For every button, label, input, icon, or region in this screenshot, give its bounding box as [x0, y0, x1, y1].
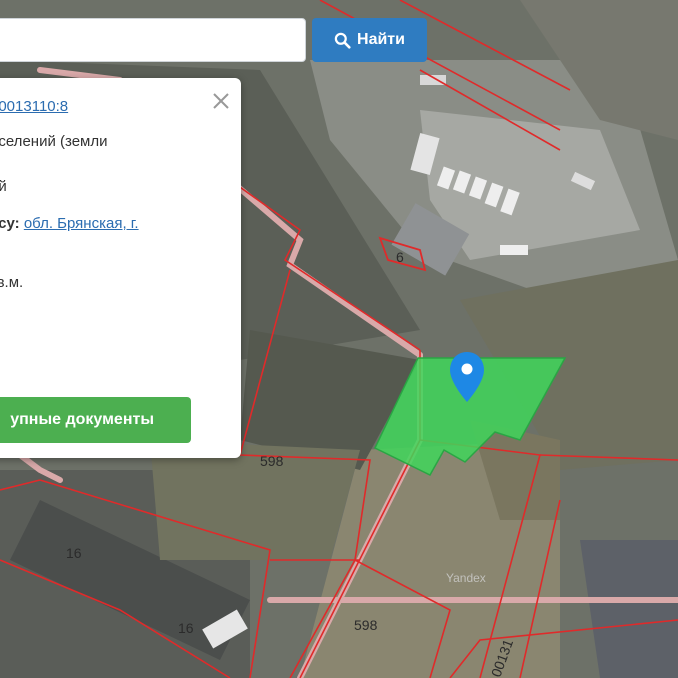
search-button[interactable]: Найти [312, 18, 427, 62]
close-icon[interactable] [210, 90, 232, 112]
search-button-label: Найти [357, 31, 405, 48]
search-icon [334, 32, 351, 49]
documents-button-label: упные документы [10, 411, 154, 428]
parcel-label: 16 [178, 620, 194, 636]
search-input[interactable] [0, 18, 306, 62]
cadastral-number-link[interactable]: 00013110:8 [0, 98, 68, 115]
permitted-use-text: ой [0, 178, 7, 195]
address-link[interactable]: обл. Брянская, г. [24, 215, 139, 232]
address-label: есу: [0, 215, 20, 232]
area-text: кв.м. [0, 274, 24, 291]
parcel-label: 598 [260, 453, 284, 469]
parcel-label: 598 [354, 617, 378, 633]
address-row: есу: обл. Брянская, г. [0, 215, 139, 232]
parcel-label: 16 [66, 545, 82, 561]
map-attribution: Yandex [446, 571, 486, 585]
available-documents-button[interactable]: упные документы [0, 397, 191, 443]
land-category-text: оселений (земли [0, 133, 108, 150]
parcel-info-panel: 00013110:8 оселений (земли ой есу: обл. … [0, 78, 241, 458]
parcel-label: 6 [396, 249, 404, 265]
